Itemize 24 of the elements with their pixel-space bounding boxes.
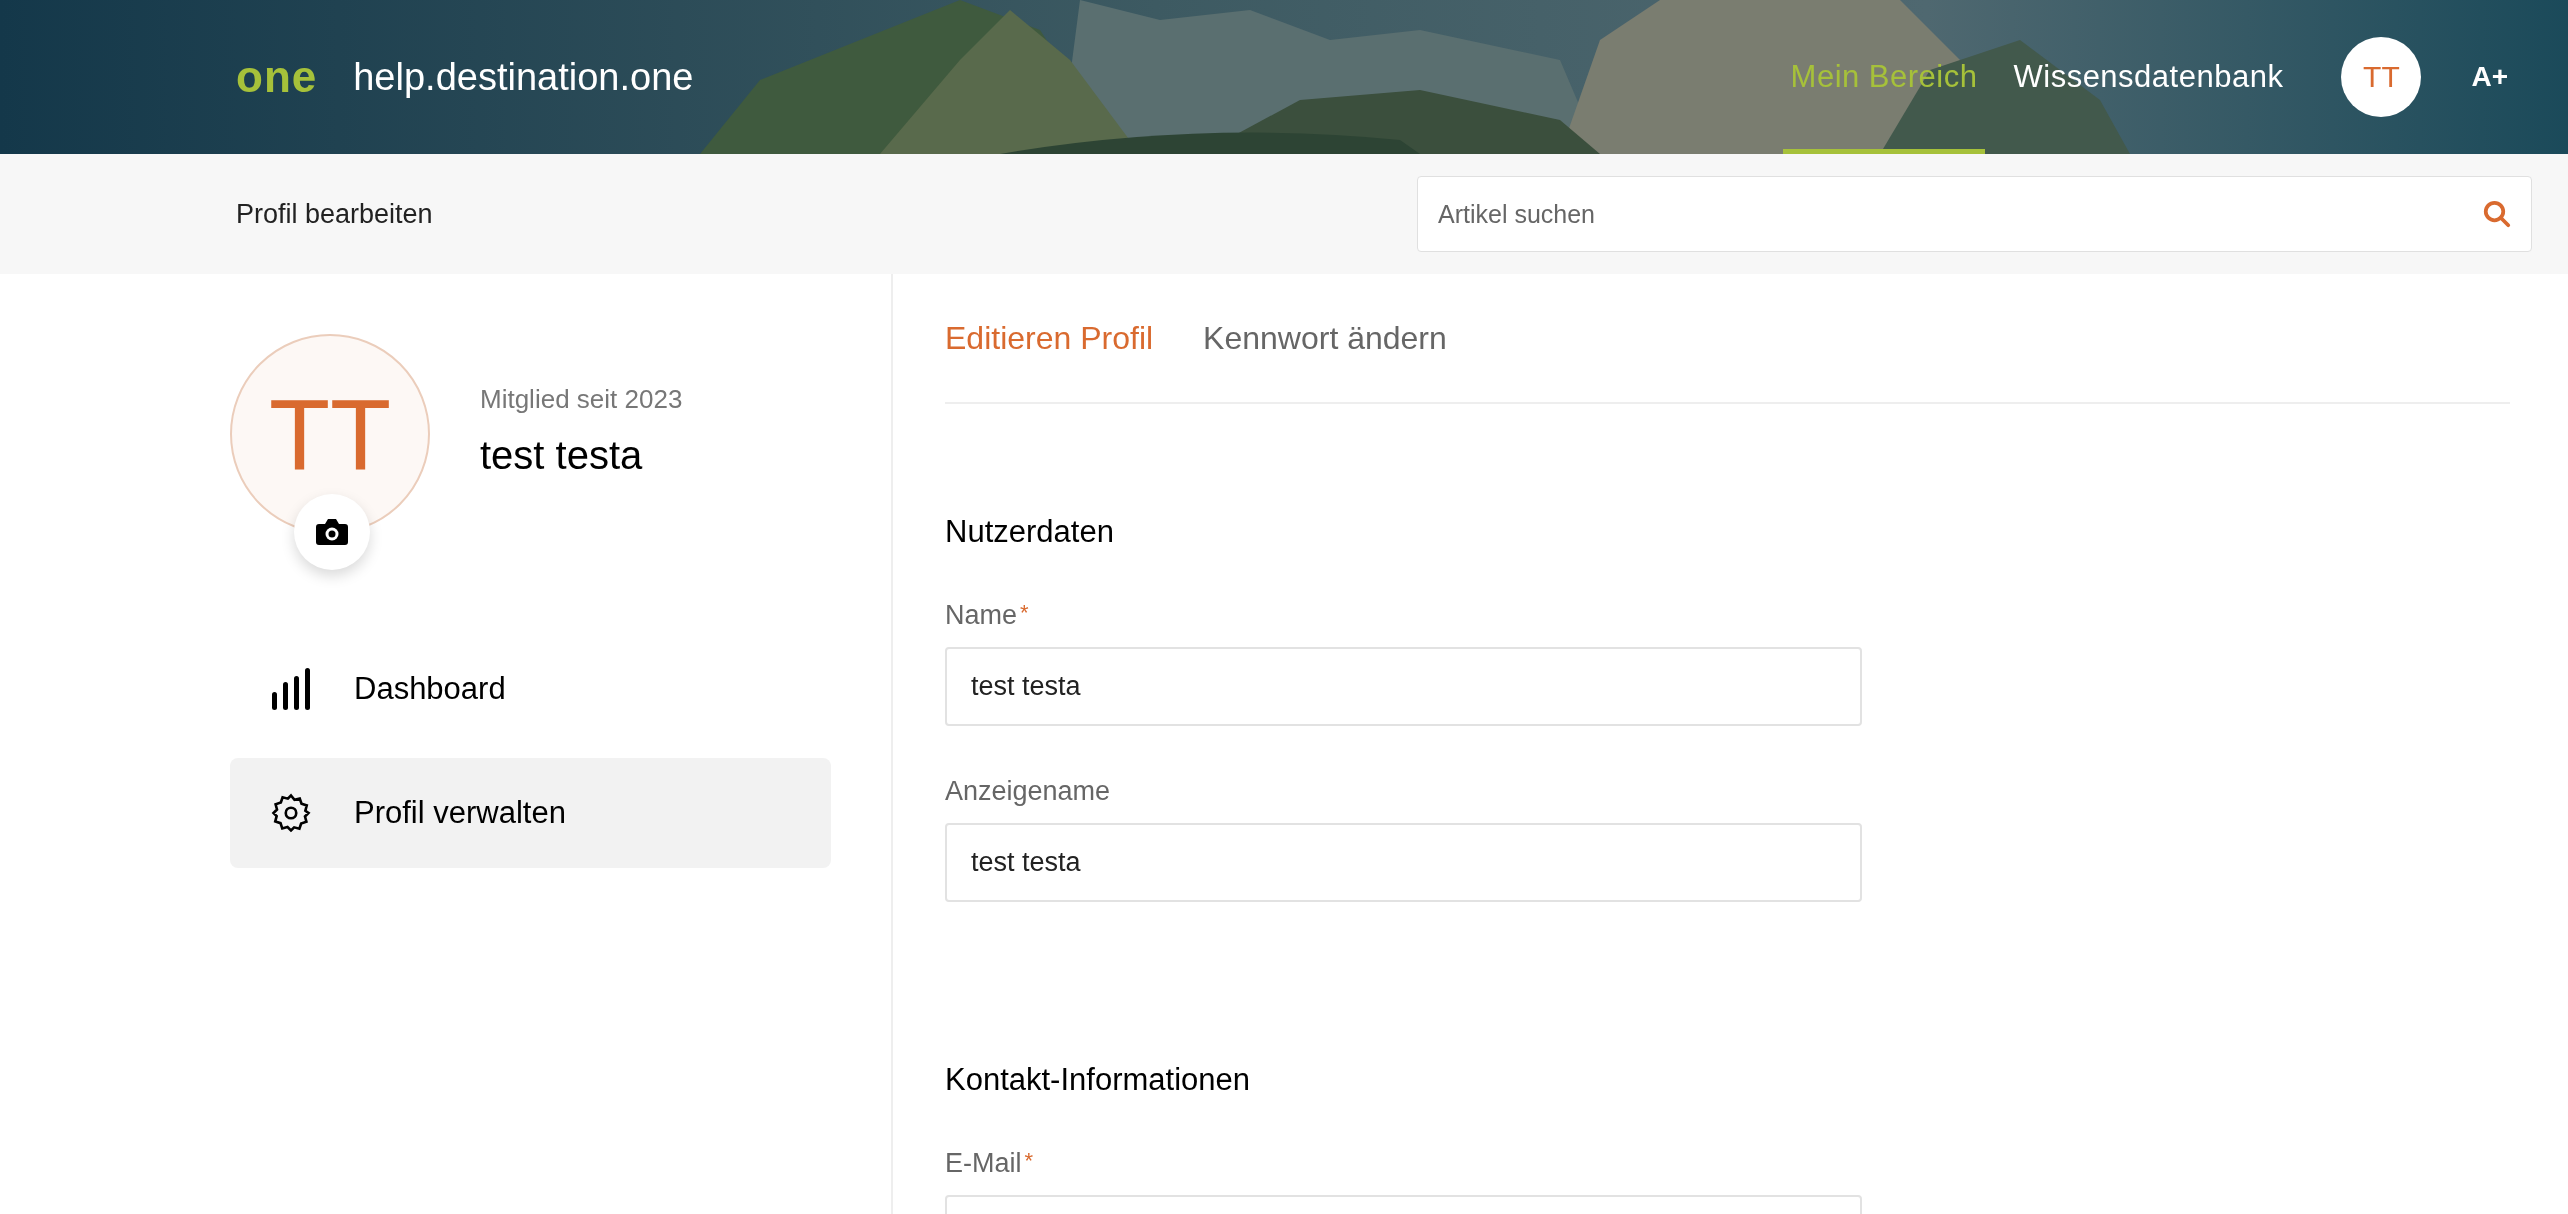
required-mark: * xyxy=(1020,600,1029,625)
field-label: Anzeigename xyxy=(945,776,1112,807)
bar-chart-icon xyxy=(270,668,312,710)
section-title: Kontakt-Informationen xyxy=(945,1062,1251,1098)
site-title: help.destination.one xyxy=(353,55,694,99)
required-mark: * xyxy=(1024,1148,1034,1173)
member-since: Mitglied seit 2023 xyxy=(480,384,683,415)
search-icon[interactable] xyxy=(2482,199,2512,229)
section-title: Nutzerdaten xyxy=(945,514,1115,550)
field-label: E-Mail* xyxy=(945,1148,1035,1179)
sidebar-item[interactable]: Profil verwalten xyxy=(230,758,831,868)
gear-icon xyxy=(270,792,312,834)
camera-icon xyxy=(315,518,349,546)
logo[interactable]: one xyxy=(236,52,318,102)
font-size-button[interactable]: A+ xyxy=(2471,61,2508,93)
search-field[interactable]: Artikel suchen xyxy=(1417,176,2532,252)
page-title: Profil bearbeiten xyxy=(236,198,433,230)
user-name: test testa xyxy=(480,433,644,478)
text-field[interactable]: test testa xyxy=(945,647,1862,726)
upload-photo-button[interactable] xyxy=(294,494,370,570)
nav-link[interactable]: Wissensdatenbank xyxy=(2005,0,2292,154)
field-label: Name* xyxy=(945,600,1030,631)
tab[interactable]: Kennwort ändern xyxy=(1203,319,1447,357)
text-field[interactable]: test testa xyxy=(945,823,1862,902)
